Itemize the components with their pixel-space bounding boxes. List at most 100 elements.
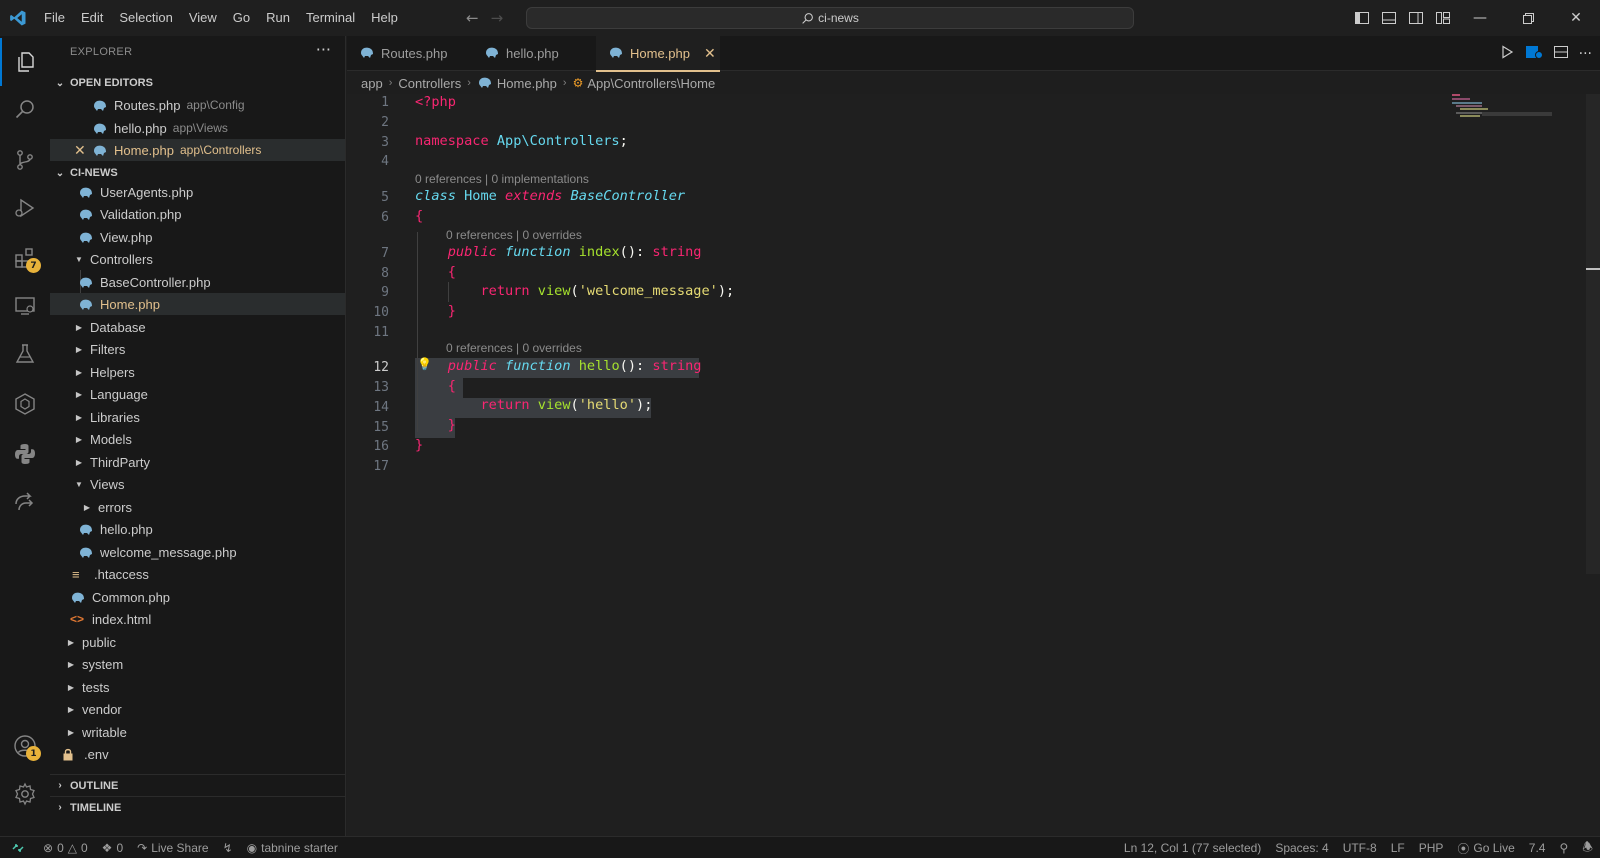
tree-folder[interactable]: ▶ Language <box>50 383 345 405</box>
tree-file[interactable]: Validation.php <box>50 203 345 225</box>
codeigniter-icon[interactable] <box>0 380 50 428</box>
menu-run[interactable]: Run <box>258 0 298 36</box>
menu-edit[interactable]: Edit <box>73 0 111 36</box>
codelens-index[interactable]: 0 references | 0 overrides <box>446 228 582 242</box>
tree-file[interactable]: .env <box>50 743 345 765</box>
tree-folder[interactable]: ▶ ThirdParty <box>50 451 345 473</box>
go-live-button[interactable]: ⦿ Go Live <box>1450 840 1521 857</box>
timeline-header[interactable]: › TIMELINE <box>50 796 345 818</box>
cursor-position[interactable]: Ln 12, Col 1 (77 selected) <box>1117 841 1268 855</box>
tree-folder-controllers[interactable]: ▼ Controllers <box>50 248 345 270</box>
tree-file[interactable]: welcome_message.php <box>50 541 345 563</box>
menu-selection[interactable]: Selection <box>111 0 180 36</box>
php-file-icon <box>70 590 88 604</box>
lightning-button[interactable]: ↯ <box>216 841 240 855</box>
manage-gear-icon[interactable] <box>0 770 50 818</box>
menu-file[interactable]: File <box>36 0 73 36</box>
more-actions-icon[interactable]: ··· <box>316 40 331 59</box>
extensions-badge: 7 <box>26 258 41 273</box>
more-actions-icon[interactable]: ··· <box>1579 46 1592 62</box>
code-editor[interactable]: 1 2 3 4 5 6 7 8 9 10 11 12 13 14 15 16 1… <box>347 94 1600 836</box>
tab-routes[interactable]: Routes.php <box>347 36 472 71</box>
toggle-primary-sidebar-icon[interactable] <box>1348 0 1375 36</box>
tree-file[interactable]: <> index.html <box>50 608 345 630</box>
tree-file[interactable]: ≡ .htaccess <box>50 563 345 585</box>
remote-indicator[interactable] <box>0 837 36 858</box>
tab-hello[interactable]: hello.php <box>472 36 596 71</box>
tree-folder[interactable]: ▶ Filters <box>50 338 345 360</box>
live-share-icon[interactable] <box>0 478 50 526</box>
tree-folder[interactable]: ▶ errors <box>50 496 345 518</box>
language-mode[interactable]: PHP <box>1412 841 1451 855</box>
vertical-scrollbar[interactable] <box>1586 94 1600 574</box>
live-share-button[interactable]: ↷ Live Share <box>130 841 215 855</box>
tree-file-active[interactable]: Home.php <box>50 293 345 315</box>
accounts-icon[interactable]: 1 <box>0 722 50 770</box>
tree-folder[interactable]: ▶ Models <box>50 428 345 450</box>
tabnine-button[interactable]: ◉ tabnine starter <box>240 841 345 855</box>
ports-indicator[interactable]: ❖ 0 <box>95 841 130 855</box>
breadcrumb-file[interactable]: Home.php <box>497 76 557 91</box>
minimize-icon[interactable]: — <box>1456 0 1504 36</box>
menu-terminal[interactable]: Terminal <box>298 0 363 36</box>
tree-folder-views[interactable]: ▼ Views <box>50 473 345 495</box>
source-control-icon[interactable] <box>0 136 50 184</box>
tree-folder[interactable]: ▶ Libraries <box>50 406 345 428</box>
open-editor-item[interactable]: Routes.php app\Config <box>50 94 345 116</box>
close-editor-icon[interactable]: ✕ <box>74 142 92 159</box>
end-of-line[interactable]: LF <box>1384 841 1412 855</box>
close-window-icon[interactable]: ✕ <box>1552 0 1600 36</box>
tree-folder[interactable]: ▶ Database <box>50 316 345 338</box>
tree-folder[interactable]: ▶ writable <box>50 721 345 743</box>
encoding[interactable]: UTF-8 <box>1336 841 1384 855</box>
breadcrumb-app[interactable]: app <box>361 76 383 91</box>
run-debug-icon[interactable] <box>0 184 50 232</box>
indentation[interactable]: Spaces: 4 <box>1268 841 1335 855</box>
feedback-icon[interactable]: ⚲ <box>1552 841 1575 855</box>
tree-folder[interactable]: ▶ vendor <box>50 698 345 720</box>
split-with-preview-icon[interactable] <box>1525 44 1543 64</box>
menu-help[interactable]: Help <box>363 0 406 36</box>
open-editors-header[interactable]: ⌄ OPEN EDITORS <box>50 72 345 94</box>
tree-folder[interactable]: ▶ public <box>50 631 345 653</box>
tab-home[interactable]: Home.php ✕ <box>596 36 720 72</box>
tree-file[interactable]: BaseController.php <box>50 271 345 293</box>
command-center[interactable]: ci-news <box>526 7 1134 29</box>
tree-file[interactable]: Common.php <box>50 586 345 608</box>
minimap[interactable] <box>1452 94 1552 124</box>
open-editor-item[interactable]: hello.php app\Views <box>50 117 345 139</box>
tree-folder[interactable]: ▶ Helpers <box>50 361 345 383</box>
customize-layout-icon[interactable] <box>1429 0 1456 36</box>
problems-indicator[interactable]: ⊗ 0 △ 0 <box>36 841 95 855</box>
notifications-bell-icon[interactable]: 🕭 <box>1575 838 1600 858</box>
toggle-secondary-sidebar-icon[interactable] <box>1402 0 1429 36</box>
breadcrumb-controllers[interactable]: Controllers <box>398 76 461 91</box>
testing-flask-icon[interactable] <box>0 330 50 378</box>
tree-file[interactable]: hello.php <box>50 518 345 540</box>
tree-file[interactable]: UserAgents.php <box>50 181 345 203</box>
python-icon[interactable] <box>0 430 50 478</box>
html-file-icon: <> <box>70 612 85 626</box>
forward-arrow-icon[interactable]: → <box>491 9 504 27</box>
open-editor-item-active[interactable]: ✕ Home.php app\Controllers <box>50 139 345 161</box>
remote-explorer-icon[interactable] <box>0 282 50 330</box>
breadcrumb-symbol[interactable]: App\Controllers\Home <box>587 76 715 91</box>
close-tab-icon[interactable]: ✕ <box>704 45 716 62</box>
codelens-hello[interactable]: 0 references | 0 overrides <box>446 341 582 355</box>
restore-icon[interactable] <box>1504 0 1552 36</box>
outline-header[interactable]: › OUTLINE <box>50 774 345 796</box>
explorer-icon[interactable] <box>0 38 50 86</box>
back-arrow-icon[interactable]: ← <box>466 9 479 27</box>
tree-folder[interactable]: ▶ system <box>50 653 345 675</box>
extensions-icon[interactable]: 7 <box>0 234 50 282</box>
tree-folder[interactable]: ▶ tests <box>50 676 345 698</box>
run-icon[interactable] <box>1499 44 1515 64</box>
toggle-panel-icon[interactable] <box>1375 0 1402 36</box>
menu-go[interactable]: Go <box>225 0 258 36</box>
search-icon[interactable] <box>0 86 50 134</box>
split-editor-icon[interactable] <box>1553 44 1569 64</box>
menu-view[interactable]: View <box>181 0 225 36</box>
php-version[interactable]: 7.4 <box>1522 841 1553 855</box>
codelens-class[interactable]: 0 references | 0 implementations <box>415 172 589 186</box>
tree-file[interactable]: View.php <box>50 226 345 248</box>
